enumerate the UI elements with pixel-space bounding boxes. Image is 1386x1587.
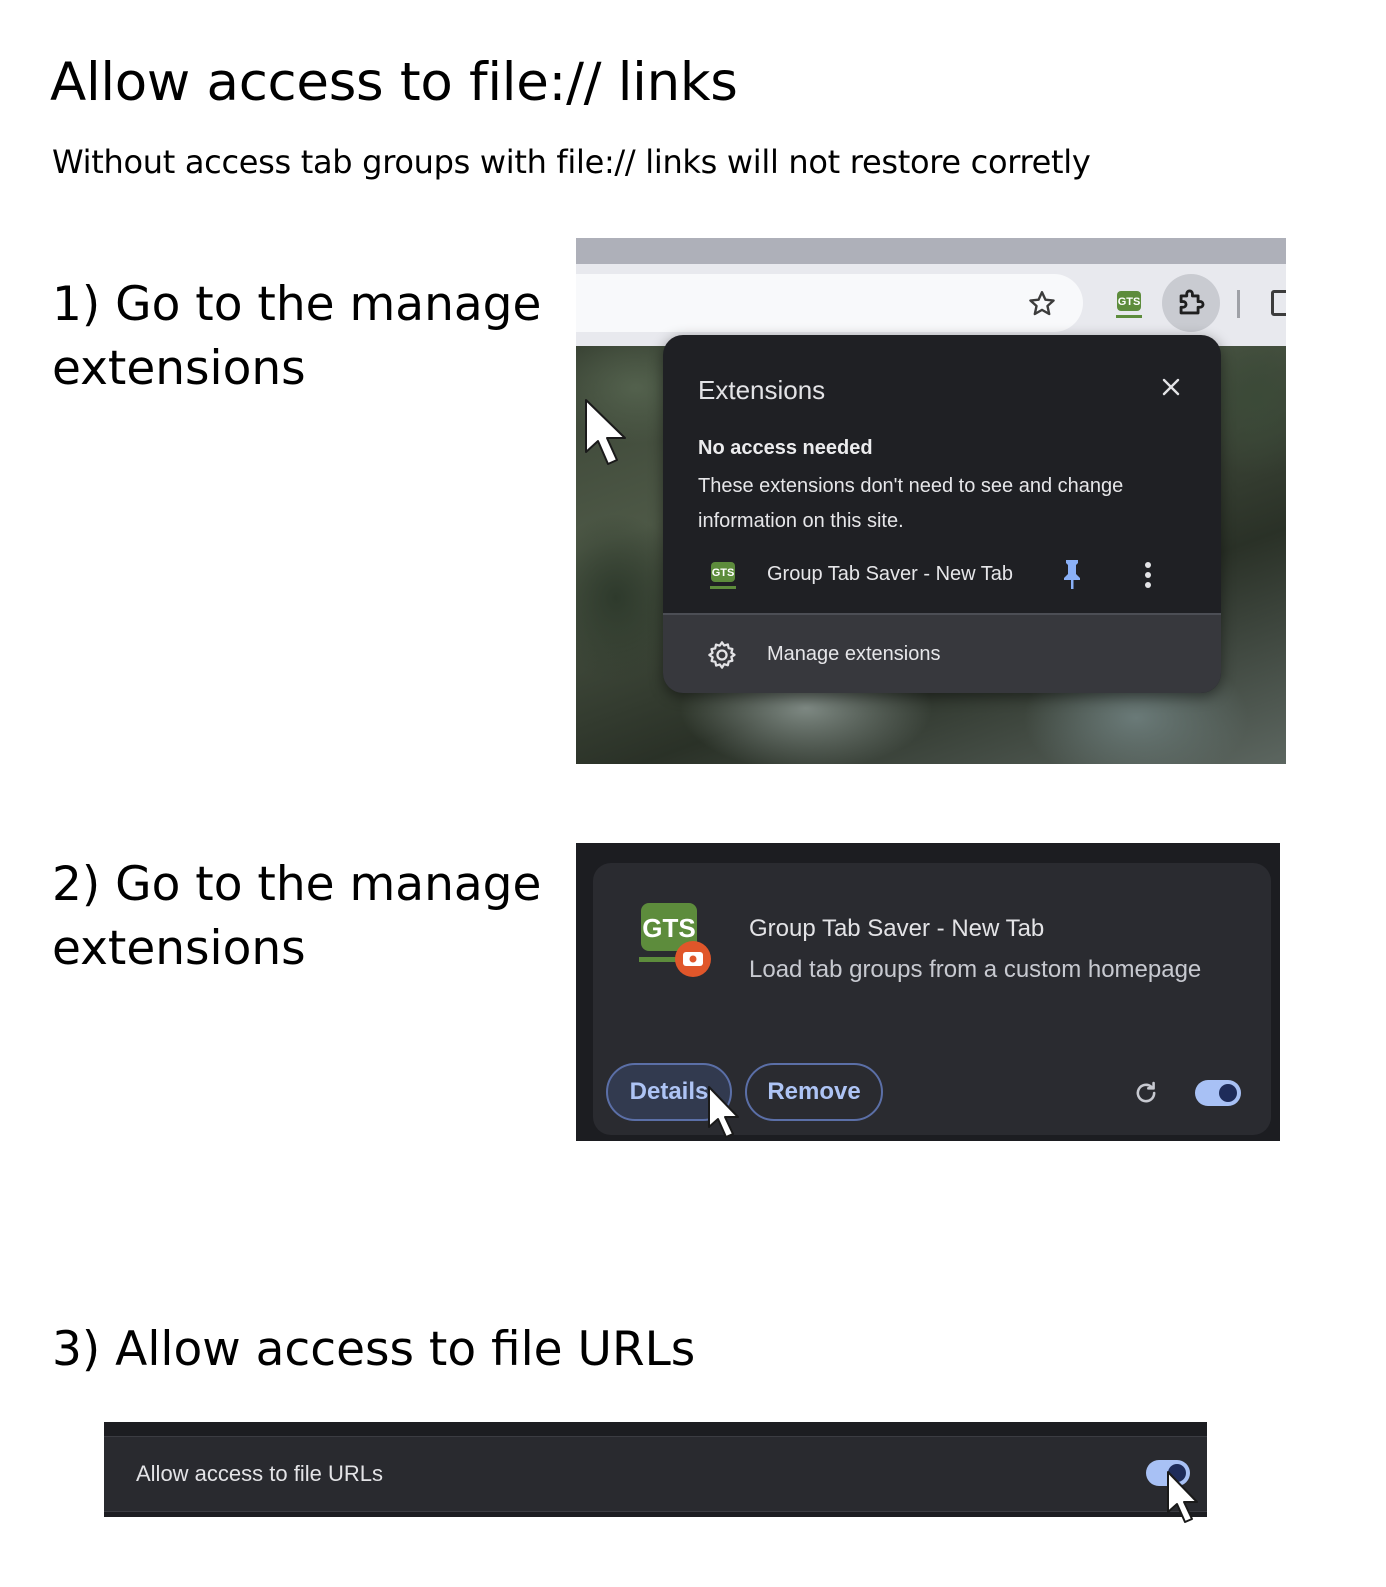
svg-text:GTS: GTS [712,567,735,579]
mouse-cursor-icon [708,1086,739,1138]
puzzle-icon [1179,289,1205,315]
remove-button[interactable]: Remove [745,1063,883,1121]
gts-extension-icon: GTS [710,562,736,589]
tab-strip [576,238,1286,264]
extension-name: Group Tab Saver - New Tab [749,915,1045,942]
page-title: Allow access to file:// links [50,52,738,113]
star-icon[interactable] [1026,288,1058,320]
screenshot-extension-card: GTS Group Tab Saver - New Tab Load tab g… [576,843,1280,1141]
more-vert-icon[interactable] [1139,559,1157,591]
manage-extensions-label: Manage extensions [767,643,941,665]
extensions-popup: Extensions No access needed These extens… [663,335,1221,693]
reload-icon[interactable] [1132,1079,1160,1107]
mouse-cursor-icon [585,399,626,465]
gts-logo-icon: GTS [639,903,711,977]
mouse-cursor-icon [1167,1471,1198,1523]
popup-title: Extensions [698,375,826,405]
allow-file-urls-label: Allow access to file URLs [136,1461,383,1486]
step-3-heading: 3) Allow access to file URLs [52,1322,696,1377]
address-bar[interactable] [576,274,1083,332]
gts-extension-icon[interactable]: GTS [1114,288,1144,320]
svg-text:GTS: GTS [642,913,695,943]
svg-text:GTS: GTS [1118,296,1141,308]
extension-enabled-toggle[interactable] [1195,1080,1241,1106]
extension-description: Load tab groups from a custom homepage [749,956,1202,983]
extension-name: Group Tab Saver - New Tab [767,563,1014,585]
toolbar-divider [1237,290,1240,318]
screenshot-file-urls-setting: Allow access to file URLs [104,1422,1207,1517]
manage-extensions-item[interactable]: Manage extensions [663,613,1221,693]
extension-list-item[interactable]: GTS Group Tab Saver - New Tab [663,539,1221,609]
pin-icon[interactable] [1059,557,1085,591]
toggle-knob [1219,1084,1237,1102]
extension-card: GTS Group Tab Saver - New Tab Load tab g… [593,863,1271,1135]
allow-file-urls-row: Allow access to file URLs [104,1436,1207,1512]
section-description: These extensions don't need to see and c… [698,475,1124,532]
step-2-heading: 2) Go to the manage extensions [52,857,542,976]
screenshot-extensions-menu: GTS Extensions No access needed These ex… [576,238,1286,764]
side-panel-icon[interactable] [1271,290,1286,316]
gear-icon [708,641,736,669]
page-subtitle: Without access tab groups with file:// l… [52,143,1091,181]
close-icon[interactable] [1159,375,1183,399]
step-1-heading: 1) Go to the manage extensions [52,277,542,396]
section-title: No access needed [698,437,873,459]
